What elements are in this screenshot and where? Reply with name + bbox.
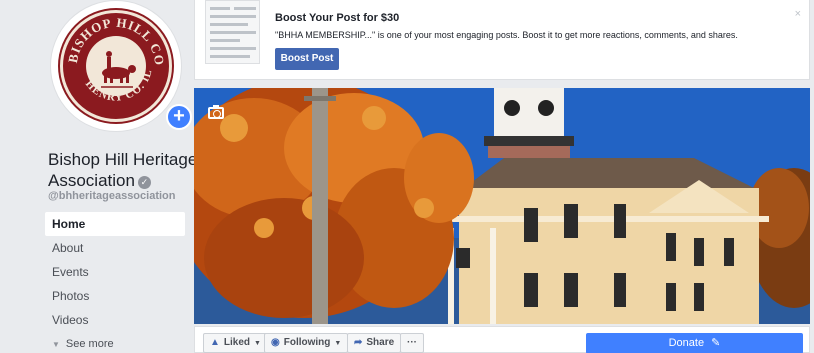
page: BISHOP HILL COLONY HENRY CO. ILL. + Bish… [0, 0, 814, 353]
nav-item-home[interactable]: Home [45, 212, 185, 236]
check-icon: ✓ [137, 176, 151, 189]
seal-logo: BISHOP HILL COLONY HENRY CO. ILL. [60, 10, 172, 122]
nav-item-events[interactable]: Events [45, 260, 185, 284]
nav-item-photos[interactable]: Photos [45, 284, 185, 308]
donate-label: Donate [668, 337, 705, 349]
share-label: Share [366, 337, 395, 348]
nav-item-videos[interactable]: Videos [45, 308, 185, 332]
thumbs-up-icon: ▲ [210, 337, 220, 348]
share-arrow-icon: ➦ [354, 337, 363, 348]
cover-photo[interactable] [194, 88, 810, 324]
left-column: BISHOP HILL COLONY HENRY CO. ILL. + Bish… [38, 0, 197, 353]
see-more-label: See more [65, 338, 114, 350]
page-handle: @bhheritageassociation [48, 190, 176, 202]
page-name-text[interactable]: Bishop Hill Heritage Association [48, 150, 197, 190]
liked-label: Liked [223, 337, 251, 348]
profile-picture[interactable]: BISHOP HILL COLONY HENRY CO. ILL. + [50, 0, 192, 132]
nav-item-about[interactable]: About [45, 236, 185, 260]
following-button[interactable]: ◉ Following ▼ [264, 333, 349, 353]
plus-icon: + [173, 105, 185, 127]
boost-description: "BHHA MEMBERSHIP..." is one of your most… [275, 30, 738, 40]
chevron-down-icon: ▼ [52, 340, 60, 349]
post-thumbnail[interactable] [205, 0, 260, 64]
share-button[interactable]: ➦ Share [347, 333, 402, 353]
pencil-icon: ✎ [711, 337, 721, 349]
add-photo-button[interactable]: + [166, 104, 192, 130]
donate-button[interactable]: Donate ✎ [586, 333, 803, 353]
page-title[interactable]: Bishop Hill Heritage Association ✓ [48, 149, 198, 191]
boost-post-button[interactable]: Boost Post [275, 48, 339, 70]
following-label: Following [283, 337, 331, 348]
boost-post-card: Boost Your Post for $30 "BHHA MEMBERSHIP… [194, 0, 810, 80]
rss-icon: ◉ [271, 337, 280, 348]
page-action-bar: ▲ Liked ▼ ◉ Following ▼ ➦ Share ··· Donate ✎ [194, 326, 810, 353]
more-options-button[interactable]: ··· [400, 333, 424, 353]
page-nav: Home About Events Photos Videos ▼ See mor… [45, 212, 185, 353]
chevron-down-icon: ▼ [334, 340, 342, 347]
nav-see-more[interactable]: ▼ See more [45, 332, 185, 353]
camera-icon[interactable] [208, 105, 224, 119]
close-icon[interactable]: × [795, 8, 801, 20]
liked-button[interactable]: ▲ Liked ▼ [203, 333, 268, 353]
chevron-down-icon: ▼ [254, 340, 261, 347]
boost-title: Boost Your Post for $30 [275, 12, 400, 24]
